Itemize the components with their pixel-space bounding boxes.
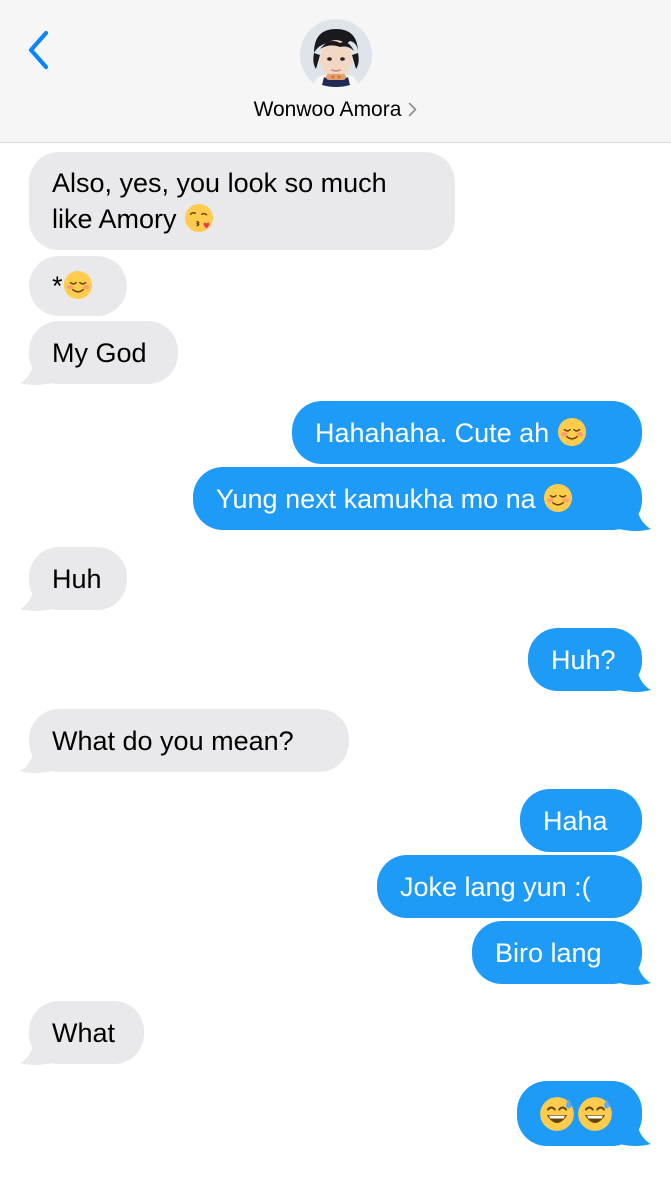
back-button[interactable] <box>18 26 58 74</box>
incoming-message[interactable]: What do you mean? <box>29 709 349 772</box>
incoming-message[interactable]: What <box>29 1001 144 1064</box>
message-text: What do you mean? <box>52 726 294 756</box>
message-text: like Amory <box>52 204 177 234</box>
incoming-message[interactable]: * <box>29 256 127 316</box>
relieved-smile-emoji <box>557 417 586 447</box>
message-text: My God <box>52 338 147 368</box>
relieved-smile-emoji <box>63 270 92 300</box>
relieved-smile-emoji <box>544 483 573 513</box>
message-text: Joke lang yun :( <box>400 872 591 902</box>
contact-name-button[interactable]: Wonwoo Amora <box>0 98 671 123</box>
grinning-sweat-emoji <box>578 1097 612 1131</box>
message-text: Also, yes, you look so much <box>52 168 387 198</box>
outgoing-message[interactable]: Hahahaha. Cute ah <box>292 401 642 464</box>
message-text: Hahahaha. Cute ah <box>315 418 550 448</box>
grinning-sweat-emoji <box>540 1097 574 1131</box>
kissing-heart-emoji <box>185 203 214 233</box>
message-text: * <box>52 271 63 301</box>
message-text: Huh? <box>551 645 616 675</box>
outgoing-message[interactable]: Haha <box>520 789 642 852</box>
incoming-message[interactable]: Also, yes, you look so much like Amory <box>29 152 455 250</box>
outgoing-message[interactable]: Joke lang yun :( <box>377 855 642 918</box>
chevron-right-icon <box>408 99 417 123</box>
message-text: Haha <box>543 806 608 836</box>
outgoing-message[interactable] <box>517 1081 642 1146</box>
incoming-message[interactable]: My God <box>29 321 178 384</box>
contact-avatar[interactable] <box>300 19 372 91</box>
outgoing-message[interactable]: Huh? <box>528 628 642 691</box>
incoming-message[interactable]: Huh <box>29 547 127 610</box>
outgoing-message[interactable]: Yung next kamukha mo na <box>193 467 642 530</box>
message-text: What <box>52 1018 116 1048</box>
contact-name: Wonwoo Amora <box>253 98 402 121</box>
message-text: Huh <box>52 564 102 594</box>
chevron-left-icon <box>28 30 49 70</box>
message-text: Yung next kamukha mo na <box>216 484 536 514</box>
message-text: Biro lang <box>495 938 602 968</box>
conversation-header: Wonwoo Amora <box>0 0 671 143</box>
outgoing-message[interactable]: Biro lang <box>472 921 642 984</box>
